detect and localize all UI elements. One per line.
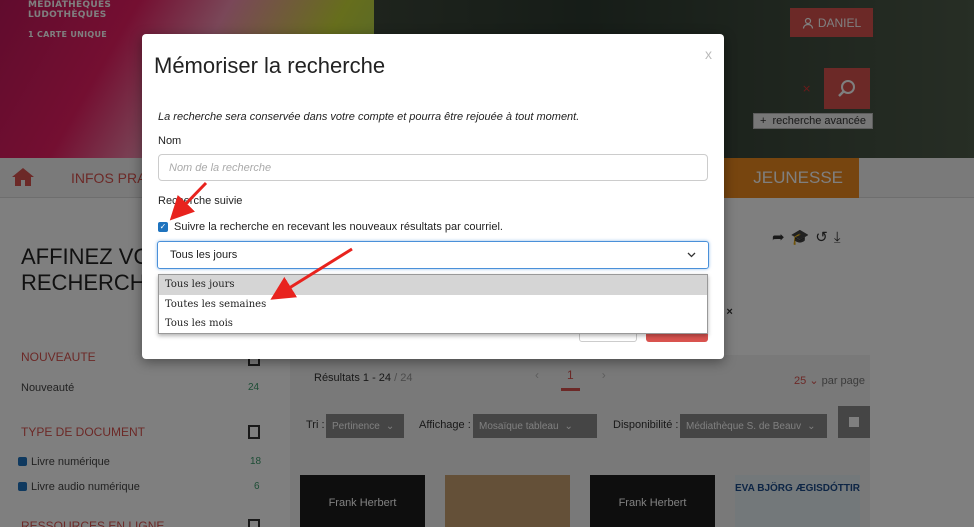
frequency-option-monthly[interactable]: Tous les mois [159,314,707,334]
chevron-down-icon [687,252,696,258]
follow-search-label: Suivre la recherche en recevant les nouv… [174,221,503,233]
follow-search-row[interactable]: ✓ Suivre la recherche en recevant les no… [158,221,503,233]
follow-search-checkbox[interactable]: ✓ [158,222,168,232]
frequency-option-daily[interactable]: Tous les jours [159,275,707,295]
frequency-option-weekly[interactable]: Toutes les semaines [159,295,707,315]
frequency-options-list: Tous les jours Toutes les semaines Tous … [158,274,708,334]
name-label: Nom [158,135,182,147]
frequency-select[interactable]: Tous les jours [157,241,709,269]
followed-search-label: Recherche suivie [158,195,243,207]
frequency-selected-value: Tous les jours [170,249,238,261]
search-name-input[interactable] [158,154,708,181]
modal-title: Mémoriser la recherche [154,53,386,78]
close-icon[interactable]: x [705,46,712,62]
modal-description: La recherche sera conservée dans votre c… [158,111,580,123]
